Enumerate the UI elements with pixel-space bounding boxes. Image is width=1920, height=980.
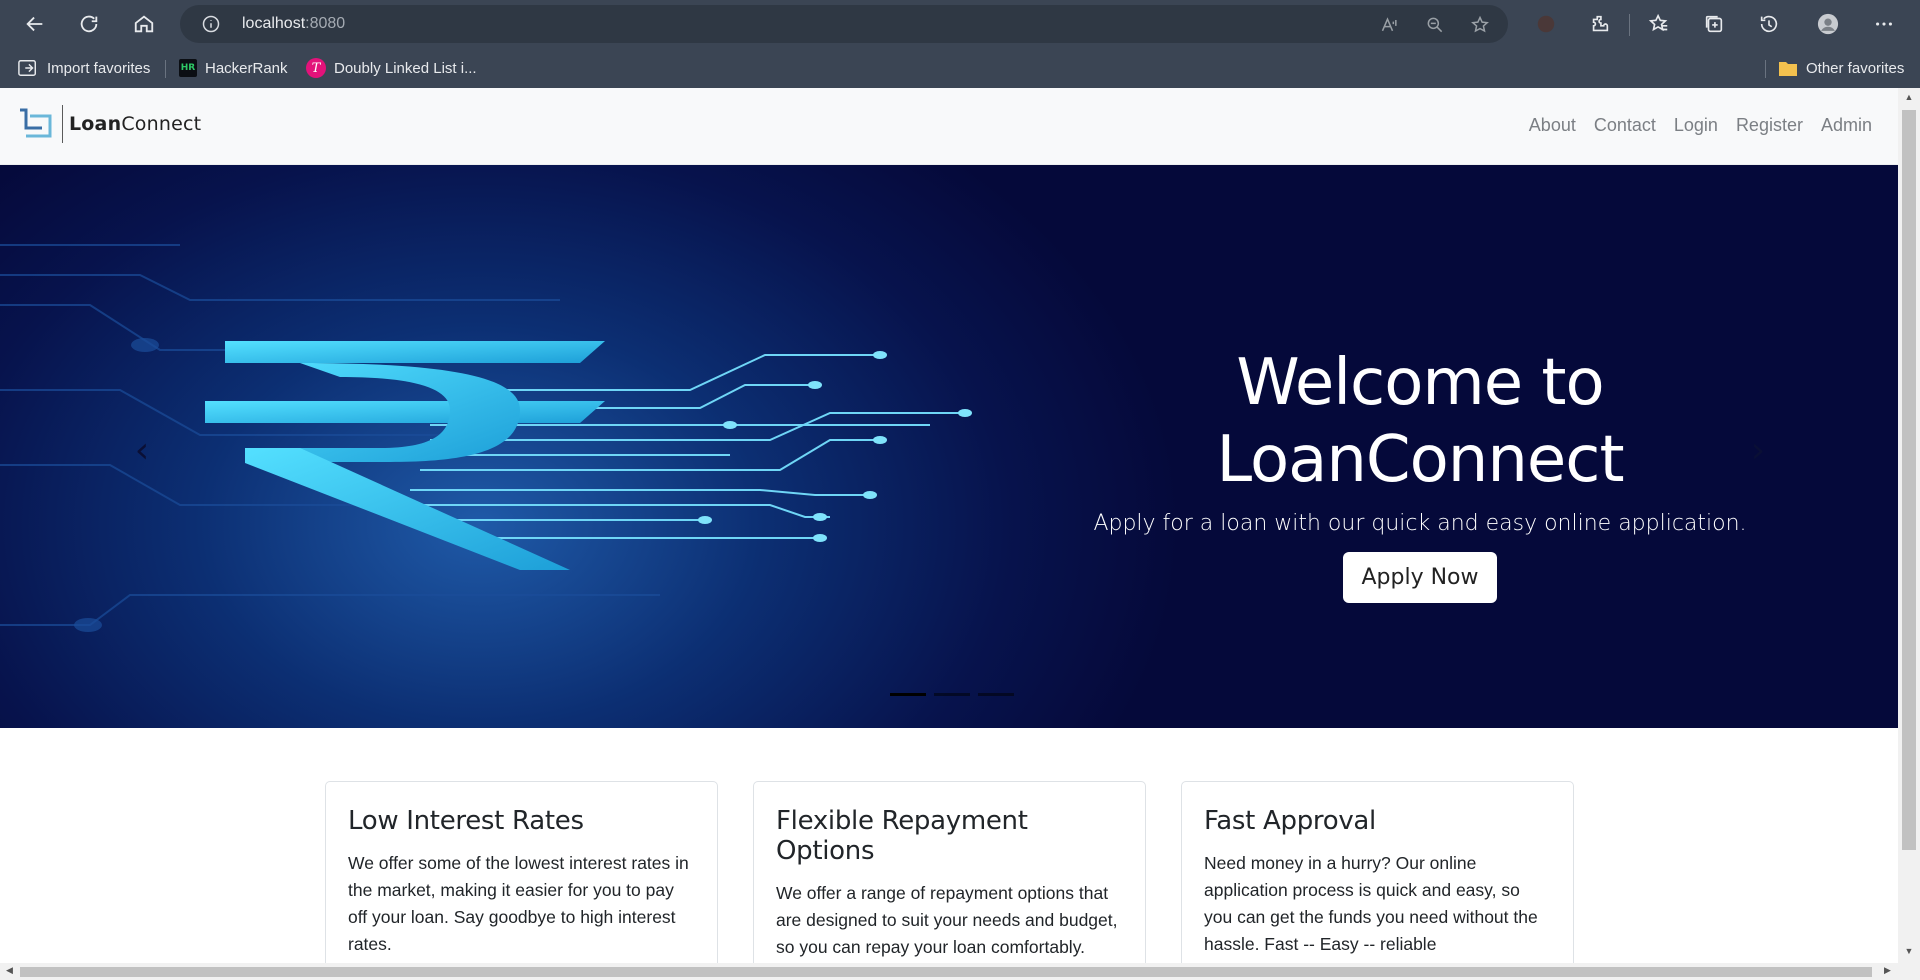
- home-icon: [134, 15, 154, 33]
- carousel-indicator[interactable]: [890, 693, 926, 696]
- carousel-prev-button[interactable]: ‹: [127, 429, 157, 471]
- hero-subtitle: Apply for a loan with our quick and easy…: [1093, 510, 1747, 536]
- brand-name: LoanConnect: [69, 113, 202, 135]
- hackerrank-icon: HR: [179, 59, 197, 77]
- hero-title: Welcome to LoanConnect: [1216, 346, 1624, 497]
- bookmark-hackerrank[interactable]: HR HackerRank: [179, 56, 288, 80]
- web-page: LoanConnect About Contact Login Register…: [0, 88, 1898, 963]
- zoom-out-icon[interactable]: [1425, 15, 1445, 35]
- scroll-down-icon[interactable]: ▼: [1904, 946, 1914, 956]
- horizontal-scroll-thumb[interactable]: [20, 967, 1872, 977]
- scroll-left-icon[interactable]: ◀: [6, 965, 13, 976]
- other-favorites[interactable]: Other favorites: [1778, 56, 1904, 80]
- apply-now-button[interactable]: Apply Now: [1343, 551, 1497, 603]
- logo[interactable]: LoanConnect: [18, 105, 202, 143]
- bookmarks-bar: Import favorites HR HackerRank T Doubly …: [0, 48, 1920, 88]
- scroll-up-icon[interactable]: ▲: [1904, 92, 1914, 102]
- puzzle-icon: [1592, 15, 1609, 32]
- features-section: Low Interest Rates We offer some of the …: [325, 781, 1574, 963]
- toolbar-divider: [1629, 14, 1630, 36]
- favorites-star-icon: [1648, 13, 1668, 32]
- bookmark-divider: [165, 60, 166, 78]
- collections-button[interactable]: [1696, 6, 1732, 42]
- bookmark-divider: [1765, 60, 1766, 78]
- back-button[interactable]: [17, 6, 53, 42]
- vertical-scroll-thumb[interactable]: [1902, 110, 1916, 850]
- favorites-button[interactable]: [1641, 6, 1677, 42]
- refresh-button[interactable]: [71, 6, 107, 42]
- bookmark-label: Import favorites: [47, 59, 151, 77]
- home-button[interactable]: [126, 6, 162, 42]
- carousel-indicator[interactable]: [978, 693, 1014, 696]
- history-button[interactable]: [1751, 6, 1787, 42]
- logo-divider: [62, 105, 63, 143]
- bookmark-doubly-linked-list[interactable]: T Doubly Linked List i...: [306, 56, 477, 80]
- hero-carousel: ‹ › Welcome to LoanConnect Apply for a l…: [0, 165, 1898, 728]
- feature-card: Fast Approval Need money in a hurry? Our…: [1181, 781, 1574, 963]
- horizontal-scrollbar[interactable]: ◀ ▶: [0, 963, 1920, 980]
- scroll-right-icon[interactable]: ▶: [1884, 965, 1891, 976]
- nav-contact[interactable]: Contact: [1594, 115, 1656, 136]
- other-favorites-label: Other favorites: [1806, 59, 1905, 77]
- extensions-button[interactable]: [1582, 6, 1618, 42]
- refresh-icon: [80, 15, 98, 33]
- loanconnect-logo-icon: [20, 108, 52, 138]
- hero-caption: Welcome to LoanConnect Apply for a loan …: [1060, 345, 1780, 603]
- feature-text: We offer a range of repayment options th…: [776, 883, 1118, 957]
- extension-button[interactable]: [1528, 6, 1564, 42]
- chevron-left-icon: ‹: [134, 429, 150, 471]
- bookmark-label: HackerRank: [205, 59, 288, 77]
- avatar-icon: [1817, 13, 1839, 35]
- folder-icon: [1779, 62, 1797, 76]
- feature-text: We offer some of the lowest interest rat…: [348, 853, 689, 954]
- profile-button[interactable]: [1810, 6, 1846, 42]
- collections-icon: [1705, 15, 1723, 33]
- import-icon: [18, 60, 36, 76]
- vertical-scrollbar[interactable]: ▲ ▼: [1898, 88, 1920, 963]
- feature-title: Low Interest Rates: [348, 806, 584, 836]
- settings-menu-button[interactable]: [1866, 6, 1902, 42]
- more-icon: [1876, 22, 1892, 26]
- feature-title: Fast Approval: [1204, 806, 1376, 836]
- extension-icon: [1537, 15, 1555, 33]
- url-text: localhost:8080: [242, 15, 346, 32]
- nav-admin[interactable]: Admin: [1821, 115, 1872, 136]
- nav-links: About Contact Login Register Admin: [1529, 115, 1872, 136]
- bookmark-label: Doubly Linked List i...: [334, 59, 477, 77]
- carousel-indicator[interactable]: [934, 693, 970, 696]
- navbar: LoanConnect About Contact Login Register…: [0, 88, 1898, 165]
- info-icon[interactable]: [202, 15, 220, 33]
- browser-toolbar: localhost:8080 Import favorites HR Hacke…: [0, 0, 1920, 88]
- feature-card: Low Interest Rates We offer some of the …: [325, 781, 718, 963]
- nav-register[interactable]: Register: [1736, 115, 1803, 136]
- feature-title: Flexible Repayment Options: [776, 806, 1028, 866]
- feature-text: Need money in a hurry? Our online applic…: [1204, 853, 1538, 954]
- address-bar[interactable]: localhost:8080: [180, 5, 1508, 43]
- nav-login[interactable]: Login: [1674, 115, 1718, 136]
- read-aloud-icon[interactable]: [1380, 15, 1400, 35]
- back-arrow-icon: [26, 16, 43, 32]
- feature-card: Flexible Repayment Options We offer a ra…: [753, 781, 1146, 963]
- nav-about[interactable]: About: [1529, 115, 1576, 136]
- bookmark-import-favorites[interactable]: Import favorites: [17, 56, 150, 80]
- carousel-indicators: [890, 693, 1014, 696]
- site-favicon-icon: T: [306, 58, 326, 78]
- history-icon: [1760, 15, 1778, 33]
- add-favorite-icon[interactable]: [1470, 15, 1490, 35]
